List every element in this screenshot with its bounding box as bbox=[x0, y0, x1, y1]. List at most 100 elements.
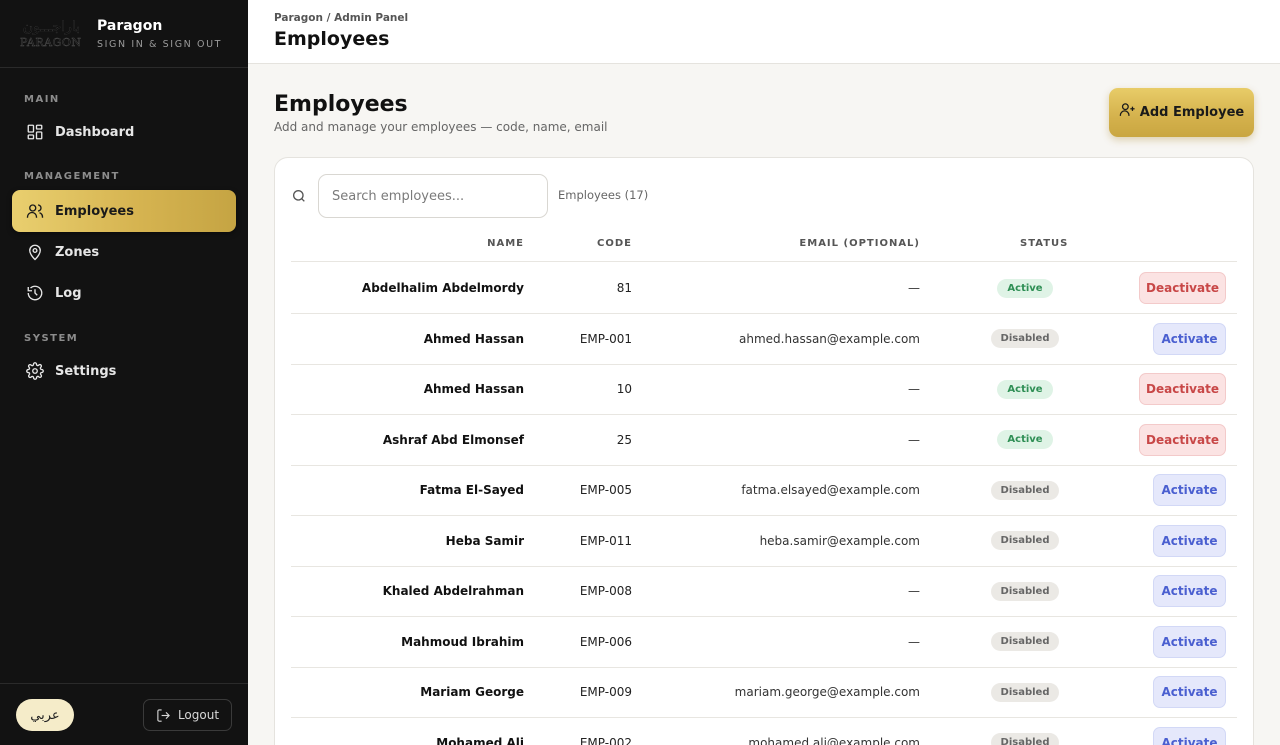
employee-action: Deactivate bbox=[1139, 364, 1226, 414]
paragon-logo: باراجـــون PARAGON bbox=[20, 18, 86, 48]
activate-button[interactable]: Activate bbox=[1153, 575, 1226, 607]
employee-name-text: Mariam George bbox=[420, 685, 524, 699]
activate-button[interactable]: Activate bbox=[1153, 322, 1226, 355]
activate-button[interactable]: Activate bbox=[1153, 625, 1226, 658]
employee-status: Active bbox=[990, 263, 1060, 313]
employee-status: Disabled bbox=[990, 516, 1060, 566]
employee-name-text: Mahmoud Ibrahim bbox=[401, 634, 524, 649]
table-row: Ahmed Hassan 10 — Active Deactivate bbox=[291, 364, 1237, 415]
status-badge: Disabled bbox=[990, 329, 1060, 348]
employee-code-text: 81 bbox=[616, 281, 632, 295]
employee-email: — bbox=[908, 364, 920, 414]
status-badge: Disabled bbox=[990, 682, 1060, 702]
user-plus-icon bbox=[1119, 103, 1135, 116]
logout-button[interactable]: Logout bbox=[143, 699, 232, 731]
employee-code-text: EMP-008 bbox=[579, 584, 632, 598]
nav-section-main: MAIN bbox=[24, 94, 60, 105]
status-badge: Disabled bbox=[990, 733, 1060, 745]
employee-name-text: Ashraf Abd Elmonsef bbox=[382, 432, 524, 447]
status-badge: Disabled bbox=[990, 531, 1060, 550]
employee-name: Heba Samir bbox=[446, 516, 524, 566]
employee-status: Active bbox=[990, 364, 1060, 414]
employee-status: Disabled bbox=[990, 465, 1060, 515]
sidebar-item-log[interactable]: Log bbox=[12, 272, 236, 314]
table-row: Abdelhalim Abdelmordy 81 — Active Deactivate bbox=[291, 263, 1237, 314]
logo-arabic-text: باراجـــون bbox=[22, 18, 81, 35]
brand-subtitle: SIGN IN & SIGN OUT bbox=[97, 38, 223, 50]
employee-code: EMP-002 bbox=[580, 718, 632, 745]
employee-code: EMP-001 bbox=[580, 314, 632, 364]
activate-button[interactable]: Activate bbox=[1153, 676, 1226, 708]
employee-action: Activate bbox=[1153, 516, 1226, 566]
employee-email: — bbox=[908, 415, 920, 465]
activate-button[interactable]: Activate bbox=[1153, 524, 1226, 557]
employee-email-text: — bbox=[908, 584, 920, 598]
employee-name-text: Ahmed Hassan bbox=[423, 382, 524, 396]
employee-email-text: mohamed.ali@example.com bbox=[748, 735, 920, 745]
column-header-email: EMAIL (OPTIONAL) bbox=[799, 238, 920, 249]
gear-icon bbox=[26, 362, 44, 380]
add-employee-label: Add Employee bbox=[1139, 105, 1245, 120]
search-input[interactable] bbox=[318, 174, 548, 218]
deactivate-button[interactable]: Deactivate bbox=[1139, 373, 1226, 405]
brand-header: باراجـــون PARAGON Paragon SIGN IN & SIG… bbox=[0, 0, 248, 68]
employee-code-text: EMP-009 bbox=[579, 685, 632, 699]
table-row: Mahmoud Ibrahim EMP-006 — Disabled Activate bbox=[291, 617, 1237, 668]
employee-action: Activate bbox=[1153, 465, 1226, 515]
table-row: Khaled Abdelrahman EMP-008 — Disabled Activa… bbox=[291, 566, 1237, 617]
employee-email-text: heba.samir@example.com bbox=[759, 533, 920, 548]
employee-action: Activate bbox=[1153, 667, 1226, 717]
employee-action: Deactivate bbox=[1139, 263, 1226, 313]
employee-email: mariam.george@example.com bbox=[735, 667, 920, 717]
employee-name: Mariam George bbox=[420, 667, 524, 717]
employee-code-text: 25 bbox=[616, 432, 632, 447]
employee-name: Mohamed Ali bbox=[436, 718, 524, 745]
top-bar: Paragon / Admin Panel Employees bbox=[248, 0, 1280, 64]
sidebar: باراجـــون PARAGON Paragon SIGN IN & SIG… bbox=[0, 0, 248, 745]
sidebar-item-employees[interactable]: Employees bbox=[12, 190, 236, 232]
sidebar-item-dashboard[interactable]: Dashboard bbox=[12, 111, 236, 153]
employee-email-text: fatma.elsayed@example.com bbox=[741, 483, 920, 497]
add-employee-button[interactable]: Add Employee bbox=[1109, 88, 1254, 137]
column-header-code: CODE bbox=[597, 238, 632, 249]
employee-code: EMP-006 bbox=[580, 617, 632, 667]
column-header-status: STATUS bbox=[1020, 238, 1069, 249]
sidebar-item-zones[interactable]: Zones bbox=[12, 231, 236, 273]
brand-text: Paragon SIGN IN & SIGN OUT bbox=[97, 18, 222, 50]
sidebar-item-settings[interactable]: Settings bbox=[12, 350, 236, 392]
employee-code: 25 bbox=[617, 415, 632, 465]
deactivate-button[interactable]: Deactivate bbox=[1139, 423, 1226, 456]
employee-name-text: Khaled Abdelrahman bbox=[382, 584, 524, 598]
employee-count: Employees (17) bbox=[558, 188, 649, 202]
employee-email: mohamed.ali@example.com bbox=[748, 718, 920, 745]
employee-email-text: — bbox=[908, 432, 920, 447]
status-badge: Active bbox=[997, 430, 1053, 449]
employee-status: Disabled bbox=[990, 667, 1060, 717]
users-icon bbox=[26, 204, 44, 218]
employee-name-text: Abdelhalim Abdelmordy bbox=[361, 281, 524, 295]
employee-name: Mahmoud Ibrahim bbox=[401, 617, 524, 667]
language-toggle-button[interactable]: عربي bbox=[16, 699, 74, 731]
sidebar-item-label: Dashboard bbox=[55, 124, 135, 140]
table-row: Ashraf Abd Elmonsef 25 — Active Deactivate bbox=[291, 415, 1237, 466]
search-icon bbox=[293, 190, 305, 202]
activate-button[interactable]: Activate bbox=[1153, 726, 1226, 745]
employee-name: Ahmed Hassan bbox=[424, 314, 524, 364]
status-badge: Disabled bbox=[990, 480, 1060, 500]
page-title: Employees bbox=[274, 92, 408, 117]
table-header: NAME CODE EMAIL (OPTIONAL) STATUS bbox=[291, 234, 1237, 262]
employee-name-text: Mohamed Ali bbox=[436, 735, 524, 745]
activate-button[interactable]: Activate bbox=[1153, 474, 1226, 506]
employee-email: — bbox=[908, 617, 920, 667]
employee-status: Active bbox=[990, 415, 1060, 465]
deactivate-button[interactable]: Deactivate bbox=[1139, 272, 1226, 304]
status-badge: Active bbox=[997, 278, 1053, 298]
history-icon bbox=[27, 285, 43, 301]
employee-code: EMP-005 bbox=[580, 465, 632, 515]
employee-email-text: — bbox=[908, 382, 920, 396]
sidebar-item-label: Employees bbox=[55, 203, 134, 219]
employee-code: EMP-008 bbox=[580, 566, 632, 616]
employee-email-text: ahmed.hassan@example.com bbox=[739, 331, 920, 346]
employee-email-text: — bbox=[908, 634, 920, 649]
employees-card: Employees (17) NAME CODE EMAIL (OPTIONAL… bbox=[274, 157, 1254, 745]
